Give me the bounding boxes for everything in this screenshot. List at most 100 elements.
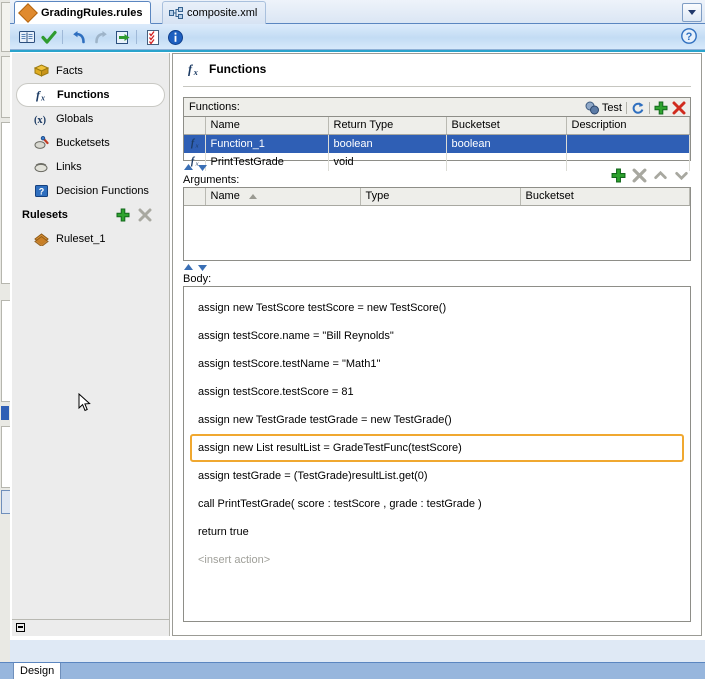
application-window: GradingRules.rules composite.xml ? Facts… (0, 0, 705, 679)
sidebar-item-label: Functions (57, 89, 110, 101)
arguments-table: Name Type Bucketset (184, 188, 690, 206)
refresh-button[interactable] (631, 101, 645, 115)
body-statement[interactable]: assign testScore.testScore = 81 (190, 378, 684, 406)
column-header-name[interactable]: Name (205, 117, 329, 135)
body-statement[interactable]: assign new TestGrade testGrade = new Tes… (190, 406, 684, 434)
body-statement[interactable]: assign testGrade = (TestGrade)resultList… (190, 462, 684, 490)
add-function-button[interactable] (654, 101, 668, 115)
cell-name[interactable]: PrintTestGrade (205, 152, 329, 171)
plus-icon (116, 208, 130, 222)
undo-icon (73, 30, 85, 43)
sidebar-item-facts[interactable]: Facts (12, 59, 169, 83)
tab-design-label: Design (20, 665, 55, 677)
test-button[interactable]: Test (585, 101, 622, 115)
expand-down-button[interactable] (197, 263, 208, 272)
sidebar-item-links[interactable]: Links (12, 155, 169, 179)
body-statement-selected[interactable]: assign new List resultList = GradeTestFu… (190, 434, 684, 462)
collapse-pane-icon[interactable] (16, 623, 25, 632)
separator (649, 101, 650, 114)
info-icon (167, 29, 183, 45)
chevron-up-icon (654, 170, 667, 180)
delete-ruleset-button[interactable] (138, 208, 152, 222)
validate-check-icon-button[interactable] (40, 28, 58, 46)
functions-resize-handles (183, 163, 208, 172)
sidebar-item-globals[interactable]: (x) Globals (12, 107, 169, 131)
export-icon-button[interactable] (114, 28, 132, 46)
arguments-label: Arguments: (183, 174, 240, 186)
dictionary-icon-button[interactable] (18, 28, 36, 46)
expand-down-button[interactable] (197, 163, 208, 172)
expand-up-button[interactable] (183, 263, 194, 272)
globals-x-icon: (x) (34, 112, 49, 127)
undo-icon-button[interactable] (70, 28, 88, 46)
functions-header-actions: Test (585, 99, 686, 116)
add-argument-button[interactable] (611, 168, 626, 186)
sidebar-item-functions[interactable]: f x Functions (16, 83, 165, 107)
sliver-selection (1, 406, 9, 420)
body-statement[interactable]: assign new TestScore testScore = new Tes… (190, 294, 684, 322)
body-statement[interactable]: call PrintTestGrade( score : testScore ,… (190, 490, 684, 518)
rules-navigator: Facts f x Functions (x) Globals Bucketse… (12, 53, 170, 636)
move-argument-down-button[interactable] (674, 168, 689, 186)
sidebar-item-ruleset-1[interactable]: Ruleset_1 (12, 227, 169, 251)
cell-bucketset[interactable] (446, 152, 567, 171)
sidebar-item-label: Facts (56, 65, 83, 77)
arguments-resize-handles (183, 263, 208, 272)
sort-ascending-icon (248, 193, 257, 199)
links-icon (34, 160, 49, 175)
checklist-icon-button[interactable] (144, 28, 162, 46)
column-header-type[interactable]: Type (360, 188, 521, 206)
cell-return-type[interactable]: void (328, 152, 447, 171)
sidebar-item-label: Bucketsets (56, 137, 110, 149)
table-header-row: Name Return Type Bucketset Description (184, 117, 690, 135)
add-ruleset-button[interactable] (116, 208, 130, 222)
close-x-icon (672, 101, 686, 114)
sidebar-item-label: Decision Functions (56, 185, 149, 197)
functions-table-header-bar: Functions: Test (184, 98, 690, 117)
column-header-name[interactable]: Name (205, 188, 361, 206)
tab-grading-rules[interactable]: GradingRules.rules (14, 1, 152, 24)
info-icon-button[interactable] (166, 28, 184, 46)
title-divider (183, 86, 691, 87)
delete-function-button[interactable] (672, 101, 686, 115)
diamond-icon (18, 2, 38, 23)
redo-icon-button[interactable] (92, 28, 110, 46)
functions-table-block: Functions: Test Name Return Type Buckets… (183, 97, 691, 171)
cell-name[interactable]: Function_1 (205, 134, 329, 153)
body-statement[interactable]: assign testScore.name = "Bill Reynolds" (190, 322, 684, 350)
sidebar-item-label: Ruleset_1 (56, 233, 106, 245)
table-header-row: Name Type Bucketset (184, 188, 690, 206)
column-header-return-type[interactable]: Return Type (328, 117, 447, 135)
tab-composite-xml[interactable]: composite.xml (162, 1, 267, 24)
tab-label: GradingRules.rules (41, 6, 143, 19)
move-argument-up-button[interactable] (653, 168, 668, 186)
svg-text:x: x (195, 142, 199, 148)
test-button-label: Test (601, 101, 622, 114)
tab-design[interactable]: Design (13, 663, 62, 679)
bottom-tab-bar: Design (0, 662, 705, 679)
column-header-description[interactable]: Description (566, 117, 690, 135)
table-row[interactable]: f x Function_1 boolean boolean (184, 134, 690, 153)
functions-editor-panel: f x Functions Functions: Test Name Retur… (172, 53, 702, 636)
sidebar-item-decision-functions[interactable]: ? Decision Functions (12, 179, 169, 203)
help-icon-button[interactable]: ? (681, 28, 699, 46)
cell-bucketset[interactable]: boolean (446, 134, 567, 153)
cell-description[interactable] (566, 134, 690, 153)
bucketsets-icon (34, 136, 49, 151)
functions-table: Name Return Type Bucketset Description f (184, 117, 690, 171)
column-header-bucketset[interactable]: Bucketset (520, 188, 690, 206)
sidebar-item-bucketsets[interactable]: Bucketsets (12, 131, 169, 155)
body-statement[interactable]: return true (190, 518, 684, 546)
expand-up-button[interactable] (183, 163, 194, 172)
cell-return-type[interactable]: boolean (328, 134, 447, 153)
page-title-label: Functions (209, 62, 267, 76)
insert-action-placeholder[interactable]: <insert action> (190, 546, 684, 574)
chevron-down-icon (675, 171, 688, 181)
tabs-dropdown-button[interactable] (682, 3, 702, 22)
delete-argument-button[interactable] (632, 168, 647, 186)
svg-text:x: x (193, 67, 198, 77)
body-statement[interactable]: assign testScore.testName = "Math1" (190, 350, 684, 378)
row-icon-column-header (184, 117, 206, 135)
column-header-bucketset[interactable]: Bucketset (446, 117, 567, 135)
svg-text:(x): (x) (34, 115, 46, 126)
